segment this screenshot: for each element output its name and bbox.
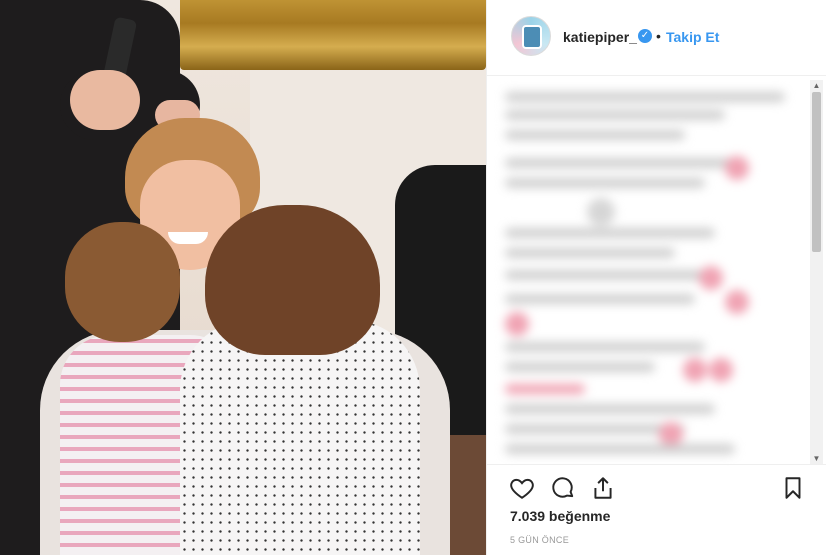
separator-dot: • [656,28,661,44]
comment-icon[interactable] [550,475,576,501]
avatar-image [522,25,542,49]
likes-count[interactable]: 7.039 beğenme [510,508,610,524]
follow-button[interactable]: Takip Et [666,29,719,45]
heart-icon[interactable] [509,475,535,501]
scroll-thumb[interactable] [812,92,821,252]
scroll-down-arrow-icon[interactable]: ▼ [812,454,821,463]
post-image[interactable] [0,0,486,555]
post-timestamp[interactable]: 5 GÜN ÖNCE [510,535,569,545]
post-actions-bar [487,464,826,508]
bookmark-icon[interactable] [780,475,806,501]
verified-badge-icon: ✓ [638,29,652,43]
photo-mirror-frame [180,0,486,70]
photo-woman-smile [168,232,208,244]
comments-scrollbar[interactable]: ▲ ▼ [810,80,823,464]
photo-child-1-hair [65,222,180,342]
user-avatar[interactable] [511,16,551,56]
scroll-up-arrow-icon[interactable]: ▲ [812,81,821,90]
post-header: katiepiper_ ✓ • Takip Et [487,0,826,76]
share-icon[interactable] [590,475,616,501]
photo-child-2-hair [205,205,380,355]
comments-list-blurred [503,86,799,464]
post-side-panel: katiepiper_ ✓ • Takip Et ▲ ▼ 7.039 beğen… [486,0,826,555]
username-link[interactable]: katiepiper_ [563,29,637,45]
photo-hand [70,70,140,130]
photo-child-2-body [180,320,420,555]
